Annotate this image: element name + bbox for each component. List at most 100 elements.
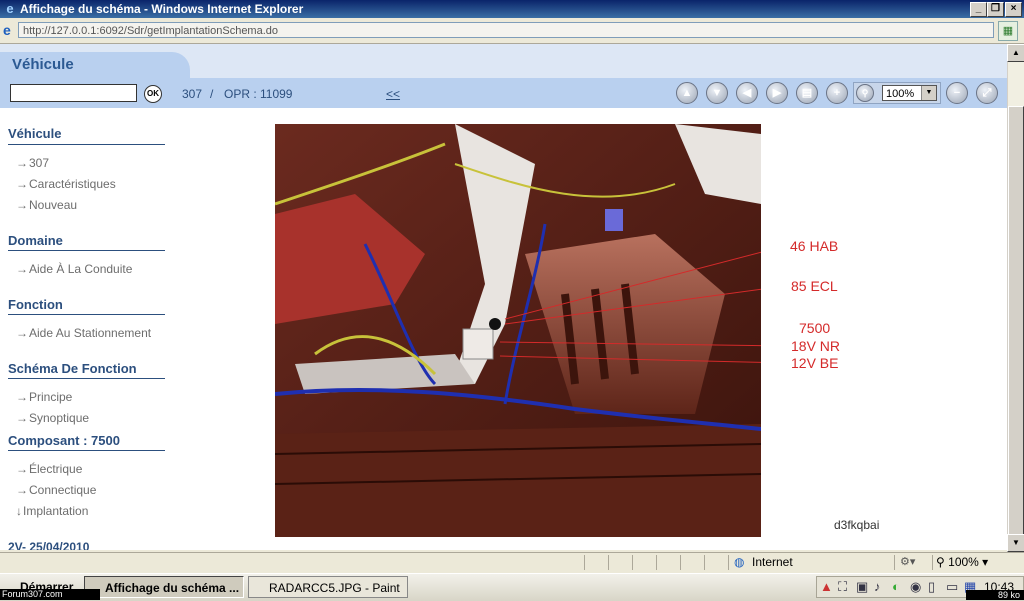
magnifier-icon[interactable]: ⚲ <box>856 84 874 102</box>
fullscreen-icon[interactable]: ⤢ <box>976 82 998 104</box>
sidebar-item-nouveau[interactable]: →Nouveau <box>16 198 77 212</box>
version-footer: 2V- 25/04/2010 <box>8 540 90 550</box>
speaker-icon[interactable]: ♪ <box>874 579 881 594</box>
file-size: 89 ko <box>966 590 1024 600</box>
sidebar-item-307[interactable]: →307 <box>16 156 49 170</box>
divider <box>8 144 165 145</box>
window-title-bar: e Affichage du schéma - Windows Internet… <box>0 0 1024 18</box>
back-link[interactable]: << <box>386 87 400 101</box>
status-divider <box>584 555 585 570</box>
arrow-right-icon[interactable]: ▶ <box>766 82 788 104</box>
watermark: Forum307.com <box>0 589 100 600</box>
divider <box>8 314 165 315</box>
status-divider <box>728 555 729 570</box>
divider <box>8 378 165 379</box>
implantation-schema-image[interactable] <box>275 124 761 537</box>
schema-label: 18V NR <box>791 338 841 354</box>
status-divider <box>932 555 933 570</box>
tray-icon[interactable]: ◉ <box>910 579 921 595</box>
tray-icon[interactable]: ▭ <box>946 579 958 595</box>
scroll-thumb[interactable] <box>1008 106 1024 536</box>
section-title-schema-fonction: Schéma De Fonction <box>8 361 137 376</box>
arrow-right-icon: → <box>16 411 28 425</box>
status-divider <box>680 555 681 570</box>
sidebar-item-electrique[interactable]: →Électrique <box>16 462 82 476</box>
sidebar-item-aide-conduite[interactable]: →Aide À La Conduite <box>16 262 132 276</box>
chevron-down-icon[interactable]: ▼ <box>921 86 936 100</box>
security-zone: Internet <box>752 555 793 569</box>
ok-button[interactable]: OK <box>144 85 162 103</box>
status-divider <box>704 555 705 570</box>
schema-label: 12V BE <box>791 355 839 371</box>
breadcrumb-separator: / <box>210 87 214 101</box>
arrow-right-icon: → <box>16 390 28 404</box>
arrow-left-icon[interactable]: ◀ <box>736 82 758 104</box>
status-divider <box>894 555 895 570</box>
url-field[interactable]: http://127.0.0.1:6092/Sdr/getImplantatio… <box>18 22 994 38</box>
label-leaders <box>499 251 761 363</box>
arrow-right-icon: → <box>16 156 28 170</box>
scroll-up-icon[interactable]: ▲ <box>1007 44 1024 62</box>
section-title-domaine: Domaine <box>8 233 63 248</box>
status-zoom-label: 100% <box>948 555 979 569</box>
status-divider <box>632 555 633 570</box>
close-button[interactable]: × <box>1005 2 1022 17</box>
sidebar-item-caracteristiques[interactable]: →Caractéristiques <box>16 177 116 191</box>
tray-icon[interactable]: ▣ <box>856 579 868 595</box>
zoom-out-icon[interactable]: − <box>946 82 968 104</box>
status-bar <box>0 552 1024 573</box>
sidebar-item-connectique[interactable]: →Connectique <box>16 483 96 497</box>
sidebar-item-synoptique[interactable]: →Synoptique <box>16 411 89 425</box>
taskbar-item-ie[interactable]: Affichage du schéma ... <box>84 576 244 598</box>
sidebar-item-label: Connectique <box>29 483 97 497</box>
section-title-composant: Composant : 7500 <box>8 433 120 448</box>
arrow-right-icon: → <box>16 177 28 191</box>
page-icon: e <box>3 22 11 38</box>
page-content: Véhicule OK 307 / OPR : 11099 << ▲ ▼ ◀ ▶… <box>0 44 1007 550</box>
address-bar: e http://127.0.0.1:6092/Sdr/getImplantat… <box>0 19 1024 44</box>
sidebar-item-label: Implantation <box>23 504 89 518</box>
tray-icon[interactable]: ◐ <box>892 579 900 594</box>
sidebar-item-aide-stationnement[interactable]: →Aide Au Stationnement <box>16 326 151 340</box>
globe-icon: ◍ <box>734 555 745 569</box>
compat-view-icon[interactable]: ▦ <box>998 21 1018 41</box>
arrow-right-icon: → <box>16 483 28 497</box>
schema-label: 7500 <box>799 320 831 336</box>
arrow-down-icon: ↓ <box>16 504 22 518</box>
search-input[interactable] <box>10 84 137 102</box>
zoom-in-icon[interactable]: + <box>826 82 848 104</box>
minimize-button[interactable]: _ <box>970 2 987 17</box>
arrow-up-icon[interactable]: ▲ <box>676 82 698 104</box>
protected-mode-icon[interactable]: ⚙▾ <box>900 555 915 568</box>
sidebar-item-label: Nouveau <box>29 198 78 212</box>
status-divider <box>656 555 657 570</box>
status-divider <box>608 555 609 570</box>
schema-code: d3fkqbai <box>834 518 880 532</box>
breadcrumb-model: 307 <box>182 87 203 101</box>
sidebar-item-label: Principe <box>29 390 73 404</box>
arrow-right-icon: → <box>16 462 28 476</box>
arrow-right-icon: → <box>16 262 28 276</box>
print-icon[interactable]: ▤ <box>796 82 818 104</box>
status-zoom[interactable]: ⚲ 100% ▾ <box>936 555 988 569</box>
section-title-fonction: Fonction <box>8 297 63 312</box>
tray-icon[interactable]: ▯ <box>928 579 935 595</box>
sidebar-item-principe[interactable]: →Principe <box>16 390 72 404</box>
tray-icon[interactable]: ⛶ <box>838 579 847 595</box>
sidebar-item-implantation[interactable]: ↓Implantation <box>16 504 88 518</box>
arrow-right-icon: → <box>16 326 28 340</box>
scroll-down-icon[interactable]: ▼ <box>1007 534 1024 552</box>
taskbar-item-paint[interactable]: RADARCC5.JPG - Paint <box>248 576 408 598</box>
sidebar-item-label: Caractéristiques <box>29 177 116 191</box>
maximize-button[interactable]: ❐ <box>987 2 1004 17</box>
breadcrumb-opr: OPR : 11099 <box>224 87 293 101</box>
tray-icon[interactable]: ▲ <box>820 579 833 594</box>
schema-label: 85 ECL <box>791 278 838 294</box>
page-title: Véhicule <box>12 56 74 73</box>
arrow-down-icon[interactable]: ▼ <box>706 82 728 104</box>
sidebar-item-label: Électrique <box>29 462 83 476</box>
arrow-right-icon: → <box>16 198 28 212</box>
window-title: Affichage du schéma - Windows Internet E… <box>20 2 304 16</box>
ie-logo-icon: e <box>6 1 14 16</box>
section-title-vehicule: Véhicule <box>8 126 62 141</box>
